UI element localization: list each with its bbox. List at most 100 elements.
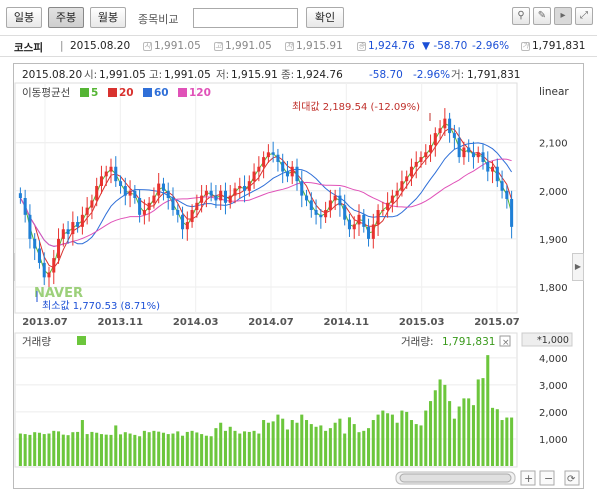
- volume-bar: [161, 432, 165, 466]
- volume-bar: [500, 420, 504, 466]
- volume-bar: [47, 433, 51, 466]
- candle-body: [481, 152, 485, 162]
- volume-bar: [324, 430, 328, 466]
- volume-bar: [419, 425, 423, 466]
- x-tick-label: 2013.07: [22, 317, 68, 328]
- candle-body: [281, 161, 285, 172]
- volume-bar: [200, 434, 204, 466]
- x-tick-label: 2014.07: [248, 317, 294, 328]
- candle-body: [123, 185, 127, 196]
- volume-bar: [104, 434, 108, 466]
- volume-bar: [257, 433, 261, 466]
- volume-bar: [219, 422, 223, 466]
- volume-plot-area: [14, 332, 518, 468]
- volume-bar: [95, 432, 99, 466]
- candle-body: [76, 222, 80, 227]
- candle-body: [52, 258, 56, 273]
- volume-bar: [271, 421, 275, 466]
- candle-body: [324, 210, 328, 218]
- volume-bar: [505, 417, 509, 466]
- stock-chart[interactable]: 2,100 2,000 1,900 1,800 2013.07 2013.11 2014.…: [0, 0, 597, 494]
- volume-bar: [76, 431, 80, 466]
- candle-body: [271, 152, 275, 155]
- volume-bar: [433, 390, 437, 466]
- volume-bar: [133, 434, 137, 466]
- x-tick-label: 2015.07: [474, 317, 520, 328]
- volume-bar: [290, 420, 294, 466]
- zoom-in-icon: +: [524, 472, 533, 485]
- candle-body: [333, 195, 337, 201]
- volume-bar: [476, 379, 480, 466]
- candle-body: [142, 210, 146, 215]
- volume-bar: [481, 378, 485, 466]
- candle-body: [395, 190, 399, 196]
- ma-legend-label: 60: [154, 87, 169, 99]
- volume-bar: [119, 434, 123, 466]
- volume-bar: [486, 355, 490, 466]
- candle-body: [223, 190, 227, 203]
- scale-label[interactable]: linear: [539, 86, 569, 98]
- volume-bar: [462, 398, 466, 466]
- volume-bar: [285, 429, 289, 466]
- x-tick-label: 2013.11: [98, 317, 144, 328]
- header-change: -58.70: [369, 69, 403, 81]
- candle-body: [247, 181, 251, 191]
- candle-body: [47, 272, 51, 278]
- candle-body: [61, 229, 65, 239]
- volume-bar: [123, 432, 127, 466]
- volume-bar: [338, 418, 342, 466]
- candle-body: [471, 152, 475, 158]
- volume-bar: [319, 425, 323, 466]
- volume-bar: [157, 431, 161, 466]
- refresh-icon: ⟳: [567, 474, 576, 485]
- candle-body: [381, 210, 385, 212]
- candle-body: [228, 195, 232, 203]
- volume-bar: [204, 435, 208, 466]
- volume-bar: [109, 434, 113, 466]
- volume-bar: [42, 434, 46, 466]
- candle-body: [491, 166, 495, 172]
- volume-bar: [495, 409, 499, 466]
- candle-body: [109, 166, 113, 172]
- candle-body: [23, 198, 27, 215]
- volume-bar: [371, 420, 375, 466]
- candle-body: [95, 185, 99, 201]
- candle-body: [28, 214, 32, 239]
- volume-bar: [85, 434, 89, 466]
- header-low: 1,915.91: [231, 69, 278, 81]
- ma-legend-label: 120: [189, 87, 211, 99]
- candle-body: [452, 133, 456, 138]
- candle-body: [181, 214, 185, 230]
- volume-bar: [142, 430, 146, 466]
- ma-legend-label: 5: [91, 87, 98, 99]
- candle-body: [190, 210, 194, 223]
- volume-bar: [52, 430, 56, 466]
- header-low-label: 저:: [216, 69, 229, 81]
- header-date: 2015.08.20: [22, 69, 82, 81]
- volume-bar: [138, 436, 142, 466]
- range-scroll-thumb[interactable]: [399, 473, 512, 483]
- candle-body: [309, 200, 313, 211]
- volume-tick-label: 1,000: [539, 435, 568, 446]
- volume-bar: [195, 432, 199, 466]
- candle-body: [195, 202, 199, 211]
- volume-bar: [247, 431, 251, 466]
- candle-body: [414, 161, 418, 167]
- header-volume-label: 거:: [451, 69, 464, 81]
- price-tick-label: 1,800: [539, 283, 568, 294]
- candle-body: [400, 181, 404, 191]
- volume-bar: [333, 422, 337, 466]
- volume-bar: [281, 418, 285, 466]
- candle-body: [357, 214, 361, 225]
- volume-bar: [328, 428, 332, 466]
- volume-bar: [80, 420, 84, 466]
- candle-body: [99, 176, 103, 186]
- candle-body: [276, 154, 280, 162]
- candle-body: [462, 147, 466, 158]
- ma-title: 이동평균선: [22, 87, 70, 99]
- volume-bar: [128, 433, 132, 466]
- candle-body: [128, 190, 132, 196]
- candle-body: [33, 238, 37, 249]
- candle-body: [257, 166, 261, 172]
- price-tick-label: 1,900: [539, 235, 568, 246]
